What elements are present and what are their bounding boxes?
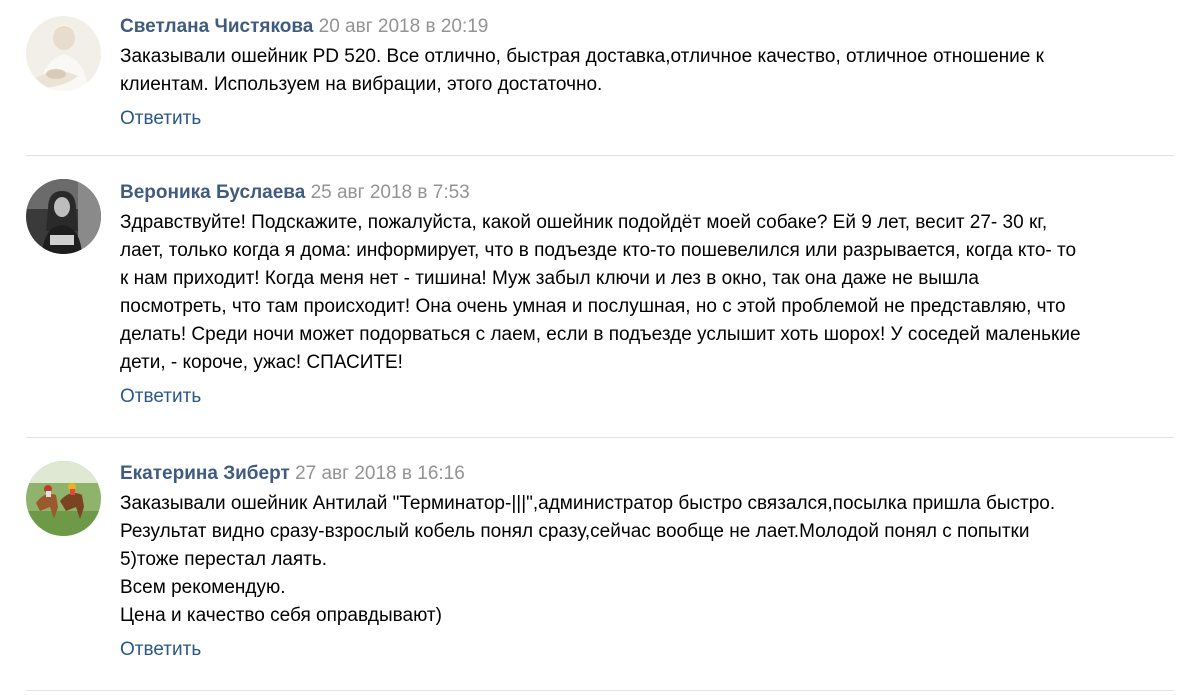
comment-header: Светлана Чистякова 20 авг 2018 в 20:19 bbox=[120, 15, 1174, 39]
comment-header: Екатерина Зиберт 27 авг 2018 в 16:16 bbox=[120, 462, 1174, 486]
comment-text-line: делать! Среди ночи может подорваться с л… bbox=[120, 324, 1081, 345]
comment-item: Вероника Буслаева 25 авг 2018 в 7:53 Здр… bbox=[26, 156, 1174, 438]
comment-text: Здравствуйте! Подскажите, пожалуйста, ка… bbox=[120, 209, 1174, 377]
avatar[interactable] bbox=[26, 179, 101, 254]
comment-text: Заказывали ошейник Антилай "Терминатор-|… bbox=[120, 490, 1174, 630]
author-name[interactable]: Светлана Чистякова bbox=[120, 16, 313, 37]
avatar[interactable] bbox=[26, 461, 101, 536]
comment-text-line: лает, только когда я дома: информирует, … bbox=[120, 240, 1077, 261]
comments-list: Светлана Чистякова 20 авг 2018 в 20:19 З… bbox=[0, 0, 1200, 691]
comment-text: Заказывали ошейник PD 520. Все отлично, … bbox=[120, 43, 1174, 99]
comment-text-line: Заказывали ошейник PD 520. Все отлично, … bbox=[120, 46, 1044, 67]
comment-body: Светлана Чистякова 20 авг 2018 в 20:19 З… bbox=[120, 15, 1174, 131]
comment-item: Светлана Чистякова 20 авг 2018 в 20:19 З… bbox=[26, 0, 1174, 156]
comment-text-line: к нам приходит! Когда меня нет - тишина!… bbox=[120, 268, 979, 289]
avatar-photo-icon bbox=[26, 16, 101, 91]
reply-button[interactable]: Ответить bbox=[120, 385, 201, 409]
comment-text-line: дети, - короче, ужас! СПАСИТЕ! bbox=[120, 352, 403, 373]
comment-text-line: Заказывали ошейник Антилай "Терминатор-|… bbox=[120, 493, 1056, 514]
avatar-photo-icon bbox=[26, 461, 101, 536]
comment-text-line: 5)тоже перестал лаять. bbox=[120, 549, 328, 570]
comment-body: Екатерина Зиберт 27 авг 2018 в 16:16 Зак… bbox=[120, 462, 1174, 662]
comment-text-line: Результат видно сразу-взрослый кобель по… bbox=[120, 521, 1030, 542]
author-name[interactable]: Вероника Буслаева bbox=[120, 182, 305, 203]
reply-button[interactable]: Ответить bbox=[120, 638, 201, 662]
comment-text-line: Всем рекомендую. bbox=[120, 577, 286, 598]
comment-date[interactable]: 25 авг 2018 в 7:53 bbox=[311, 182, 470, 203]
comment-header: Вероника Буслаева 25 авг 2018 в 7:53 bbox=[120, 181, 1174, 205]
comment-text-line: клиентам. Используем на вибрации, этого … bbox=[120, 74, 603, 95]
comment-item: Екатерина Зиберт 27 авг 2018 в 16:16 Зак… bbox=[26, 438, 1174, 691]
author-name[interactable]: Екатерина Зиберт bbox=[120, 463, 290, 484]
avatar[interactable] bbox=[26, 16, 101, 91]
comment-text-line: посмотреть, что там происходит! Она очен… bbox=[120, 296, 1066, 317]
comment-date[interactable]: 27 авг 2018 в 16:16 bbox=[295, 463, 465, 484]
comment-text-line: Цена и качество себя оправдывают) bbox=[120, 605, 442, 626]
comment-date[interactable]: 20 авг 2018 в 20:19 bbox=[319, 16, 489, 37]
avatar-photo-icon bbox=[26, 179, 101, 254]
comment-text-line: Здравствуйте! Подскажите, пожалуйста, ка… bbox=[120, 212, 1048, 233]
comment-body: Вероника Буслаева 25 авг 2018 в 7:53 Здр… bbox=[120, 181, 1174, 409]
reply-button[interactable]: Ответить bbox=[120, 107, 201, 131]
